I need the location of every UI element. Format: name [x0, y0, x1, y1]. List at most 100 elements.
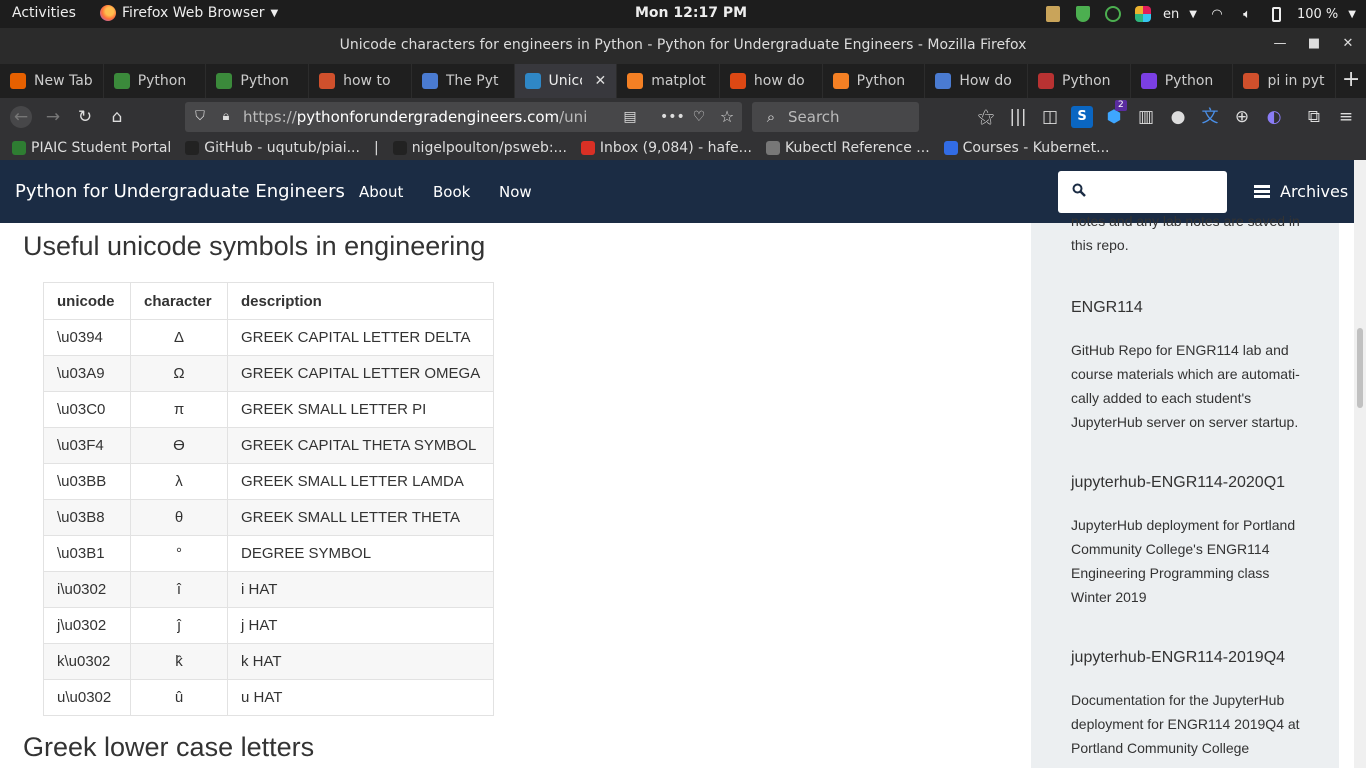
site-search-input[interactable]	[1058, 171, 1227, 213]
table-row: k\u0302 k̂ k HAT	[43, 643, 495, 680]
translate-icon[interactable]: 文	[1199, 106, 1221, 128]
character-cell: k̂	[130, 643, 228, 680]
tab-label: Python	[137, 73, 187, 89]
bookmark-item[interactable]: Courses - Kubernet...	[943, 140, 1110, 156]
maximize-icon[interactable]: ■	[1305, 36, 1323, 54]
description-cell: GREEK CAPITAL THETA SYMBOL	[226, 427, 495, 464]
unicode-table: unicode character description \u0394 Δ GRE…	[43, 282, 495, 716]
description-cell: GREEK CAPITAL LETTER DELTA	[226, 319, 495, 356]
page-scrollbar[interactable]	[1354, 160, 1366, 768]
pocket-icon[interactable]: ♡	[688, 106, 710, 128]
clock[interactable]: Mon 12:17 PM	[635, 5, 747, 21]
tracking-shield-icon[interactable]: ⛉	[189, 106, 211, 128]
window-titlebar: Unicode characters for engineers in Pyth…	[0, 28, 1366, 64]
browser-tab[interactable]: pi in pyt	[1233, 64, 1337, 98]
archives-button[interactable]: Archives	[1254, 182, 1348, 201]
sidebar-repo-title[interactable]: ENGR114	[1071, 299, 1143, 317]
browser-tab[interactable]: Python	[104, 64, 207, 98]
new-tab-icon[interactable]: +	[1336, 64, 1366, 98]
extension-s-icon[interactable]: S	[1071, 106, 1093, 128]
description-cell: j HAT	[226, 607, 495, 644]
chat-icon[interactable]	[1103, 4, 1123, 24]
extension-badge-icon[interactable]: ⬢ 2	[1103, 100, 1127, 128]
tab-favicon-icon	[1140, 73, 1157, 89]
scrollbar-thumb[interactable]	[1357, 328, 1363, 408]
wifi-icon[interactable]: ◠	[1207, 4, 1227, 24]
sidebar-repo-desc: GitHub Repo for ENGR114 lab and course m…	[1071, 342, 1300, 430]
bookmark-label: Kubectl Reference ...	[784, 140, 930, 156]
bookmarks-toolbar: PIAIC Student Portal GitHub - uqutub/piai…	[0, 136, 1366, 160]
reload-icon[interactable]: ↻	[74, 106, 96, 128]
site-brand[interactable]: Python for Undergraduate Engineers	[15, 181, 345, 202]
tab-favicon-icon	[10, 73, 26, 89]
back-icon[interactable]: ←	[10, 106, 32, 128]
bookmark-manager-icon[interactable]: ⚝	[975, 106, 997, 128]
globe-icon[interactable]: ⊕	[1231, 106, 1253, 128]
nav-link-about[interactable]: About	[359, 183, 403, 201]
tab-label: Python	[240, 73, 289, 89]
close-icon[interactable]: ✕	[1339, 36, 1357, 54]
sidebar-repo-title[interactable]: jupyterhub-ENGR114-2019Q4	[1071, 649, 1285, 667]
table-row: j\u0302 ĵ j HAT	[43, 607, 495, 644]
unicode-cell: \u03F4	[43, 427, 131, 464]
hamburger-menu-icon[interactable]: ≡	[1335, 106, 1357, 128]
nav-link-now[interactable]: Now	[499, 183, 532, 201]
sidebar-repo-title[interactable]: jupyterhub-ENGR114-2020Q1	[1071, 474, 1285, 492]
url-bar[interactable]: ⛉ 🔒︎ https://pythonforundergradengineers…	[185, 102, 742, 132]
browser-tab[interactable]: Unico ✕	[514, 64, 618, 98]
browser-tab[interactable]: New Tab	[0, 64, 104, 98]
clipboard-icon[interactable]	[1043, 4, 1063, 24]
browser-tab[interactable]: how do	[720, 64, 823, 98]
character-cell: λ	[130, 463, 228, 500]
tab-close-icon[interactable]: ✕	[594, 73, 606, 89]
character-cell: ϴ	[130, 427, 228, 464]
forward-icon[interactable]: →	[42, 106, 64, 128]
search-icon: ⌕	[766, 108, 776, 126]
language-indicator[interactable]: en	[1163, 7, 1179, 22]
browser-tab[interactable]: Python	[1131, 64, 1234, 98]
table-header-row: unicode character description	[43, 282, 495, 320]
browser-tab[interactable]: matplot	[617, 64, 720, 98]
home-icon[interactable]: ⌂	[106, 106, 128, 128]
table-row: \u03C0 π GREEK SMALL LETTER PI	[43, 391, 495, 428]
library-icon[interactable]: |||	[1007, 106, 1029, 128]
url-text[interactable]: https://pythonforundergradengineers.com/…	[243, 108, 588, 126]
container-icon[interactable]: ▥	[1135, 106, 1157, 128]
battery-percent: 100 %	[1296, 6, 1339, 22]
lock-icon[interactable]: 🔒︎	[215, 106, 237, 128]
nav-link-book[interactable]: Book	[433, 183, 470, 201]
bookmark-item[interactable]: Kubectl Reference ...	[765, 140, 930, 156]
browser-tab[interactable]: Python	[823, 64, 926, 98]
activities-button[interactable]: Activities	[12, 5, 76, 21]
browser-tab[interactable]: Python	[206, 64, 310, 98]
bookmark-star-icon[interactable]: ☆	[716, 106, 738, 128]
bookmark-item[interactable]: GitHub - uqutub/piai...	[185, 140, 360, 156]
slack-icon[interactable]	[1133, 4, 1153, 24]
browser-tab[interactable]: Python	[1028, 64, 1131, 98]
browser-tab[interactable]: how to	[309, 64, 412, 98]
unicode-cell: \u03BB	[43, 463, 131, 500]
description-cell: GREEK CAPITAL LETTER OMEGA	[226, 355, 495, 392]
reader-view-icon[interactable]: ▤	[619, 106, 641, 128]
bookmark-favicon-icon	[765, 141, 780, 155]
app-menu[interactable]: Firefox Web Browser ▼	[100, 5, 278, 21]
tab-favicon-icon	[832, 73, 849, 89]
bookmark-item[interactable]: nigelpoulton/psweb:...	[392, 140, 567, 156]
minimize-icon[interactable]: —	[1271, 36, 1289, 54]
volume-icon[interactable]: 🔈︎	[1237, 4, 1257, 24]
page-actions-icon[interactable]: •••	[660, 106, 685, 128]
bookmark-label: Courses - Kubernet...	[962, 140, 1110, 156]
tab-label: how do	[753, 73, 805, 89]
dark-mode-icon[interactable]: ◐	[1263, 106, 1285, 128]
browser-tab[interactable]: How do	[925, 64, 1029, 98]
bookmark-item[interactable]: PIAIC Student Portal	[12, 140, 171, 156]
shield-icon[interactable]	[1073, 4, 1093, 24]
search-bar[interactable]: ⌕ Search	[752, 102, 919, 132]
sidebar-icon[interactable]: ◫	[1039, 106, 1061, 128]
account-icon[interactable]: ●	[1167, 106, 1189, 128]
browser-tab[interactable]: The Pyt	[412, 64, 515, 98]
description-cell: DEGREE SYMBOL	[226, 535, 495, 572]
extensions-puzzle-icon[interactable]: ⧉	[1303, 106, 1325, 128]
bookmark-item[interactable]: Inbox (9,084) - hafe...	[580, 140, 752, 156]
battery-icon[interactable]	[1267, 4, 1287, 24]
